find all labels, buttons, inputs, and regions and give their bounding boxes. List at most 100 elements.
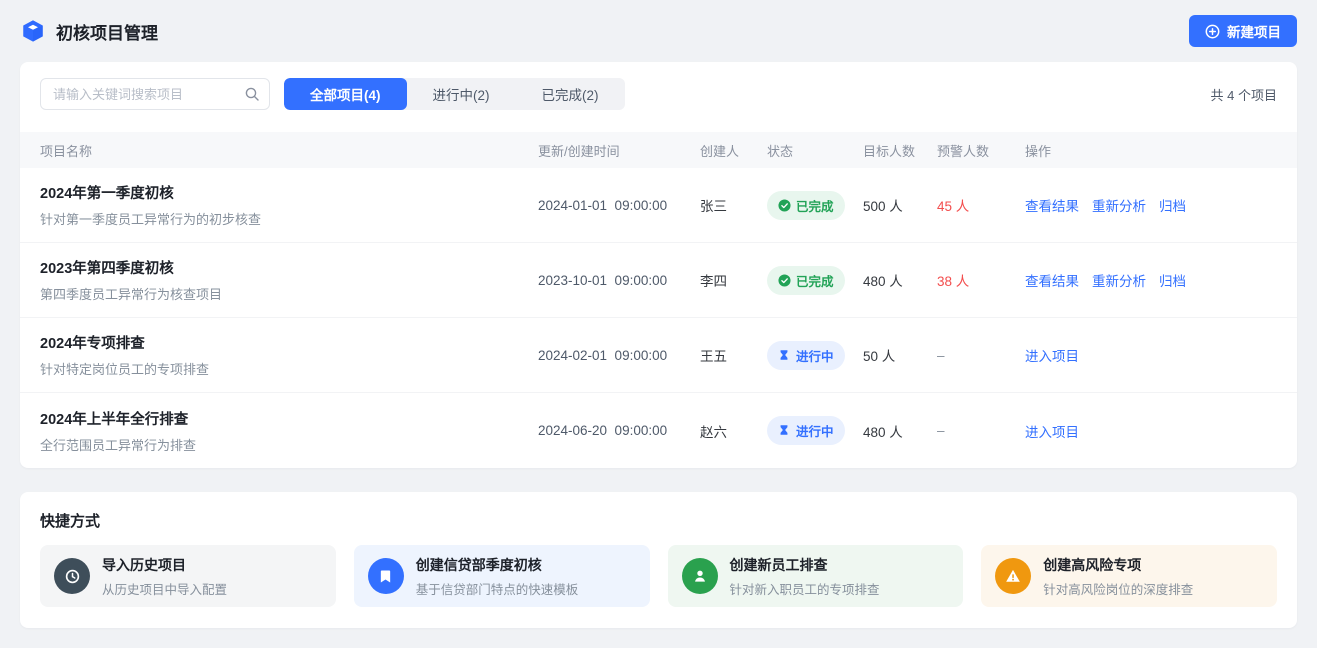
person-icon: [682, 558, 718, 594]
action-link[interactable]: 进入项目: [1025, 421, 1079, 441]
status-label: 进行中: [796, 421, 834, 440]
shortcut-tile[interactable]: 创建信贷部季度初核 基于信贷部门特点的快速模板: [354, 545, 650, 607]
shortcut-tile[interactable]: 创建新员工排查 针对新入职员工的专项排查: [668, 545, 964, 607]
warning-count: –: [937, 423, 1025, 438]
project-creator: 李四: [700, 270, 767, 290]
project-time: 2024-06-20 09:00:00: [538, 423, 700, 438]
project-creator: 赵六: [700, 421, 767, 441]
warning-count: –: [937, 348, 1025, 363]
status-label: 已完成: [796, 271, 834, 290]
shortcut-title: 创建高风险专项: [1043, 555, 1193, 575]
project-table: 项目名称更新/创建时间创建人状态目标人数预警人数操作 2024年第一季度初核 针…: [20, 132, 1297, 468]
project-creator: 王五: [700, 345, 767, 365]
row-actions: 查看结果重新分析归档: [1025, 270, 1277, 290]
shortcut-tiles: 导入历史项目 从历史项目中导入配置 创建信贷部季度初核 基于信贷部门特点的快速模…: [40, 545, 1277, 607]
table-header-row: 项目名称更新/创建时间创建人状态目标人数预警人数操作: [20, 132, 1297, 168]
hourglass-icon: [778, 349, 791, 362]
shortcut-description: 从历史项目中导入配置: [102, 579, 227, 598]
shortcut-text: 创建新员工排查 针对新入职员工的专项排查: [730, 555, 880, 598]
project-name: 2023年第四季度初核: [40, 257, 538, 278]
new-project-button[interactable]: 新建项目: [1189, 15, 1297, 47]
hourglass-icon: [778, 424, 791, 437]
action-link[interactable]: 进入项目: [1025, 345, 1079, 365]
row-actions: 进入项目: [1025, 345, 1277, 365]
header-left: 初核项目管理: [20, 18, 158, 44]
status-badge: 已完成: [767, 191, 845, 220]
warning-icon: [995, 558, 1031, 594]
status-cell: 进行中: [767, 341, 863, 370]
shortcut-title: 创建信贷部季度初核: [416, 555, 579, 575]
action-link[interactable]: 重新分析: [1092, 195, 1146, 215]
shortcut-description: 针对新入职员工的专项排查: [730, 579, 880, 598]
column-header: 项目名称: [40, 141, 538, 160]
shortcut-text: 导入历史项目 从历史项目中导入配置: [102, 555, 227, 598]
shortcut-tile[interactable]: 创建高风险专项 针对高风险岗位的深度排查: [981, 545, 1277, 607]
shortcut-title: 创建新员工排查: [730, 555, 880, 575]
action-link[interactable]: 归档: [1159, 270, 1186, 290]
check-circle-icon: [778, 199, 791, 212]
tab-2[interactable]: 已完成(2): [516, 78, 625, 110]
project-time: 2024-02-01 09:00:00: [538, 348, 700, 363]
status-badge: 进行中: [767, 416, 845, 445]
row-actions: 进入项目: [1025, 421, 1277, 441]
shortcut-text: 创建信贷部季度初核 基于信贷部门特点的快速模板: [416, 555, 579, 598]
tab-group: 全部项目(4)进行中(2)已完成(2): [284, 78, 625, 110]
page: 初核项目管理 新建项目 全部项: [0, 0, 1317, 628]
tab-1[interactable]: 进行中(2): [407, 78, 516, 110]
shortcut-title: 导入历史项目: [102, 555, 227, 575]
target-count: 480 人: [863, 270, 937, 290]
action-link[interactable]: 查看结果: [1025, 270, 1079, 290]
column-header: 目标人数: [863, 141, 937, 160]
project-name: 2024年第一季度初核: [40, 182, 538, 203]
shortcuts-card: 快捷方式 导入历史项目 从历史项目中导入配置 创建信贷部季度初核 基于信: [20, 492, 1297, 628]
column-header: 预警人数: [937, 141, 1025, 160]
project-name-cell: 2023年第四季度初核 第四季度员工异常行为核查项目: [40, 257, 538, 303]
project-time: 2023-10-01 09:00:00: [538, 273, 700, 288]
project-description: 全行范围员工异常行为排查: [40, 435, 538, 454]
shortcut-text: 创建高风险专项 针对高风险岗位的深度排查: [1043, 555, 1193, 598]
action-link[interactable]: 归档: [1159, 195, 1186, 215]
target-count: 50 人: [863, 345, 937, 365]
target-count: 500 人: [863, 195, 937, 215]
table-row[interactable]: 2024年上半年全行排查 全行范围员工异常行为排查 2024-06-20 09:…: [20, 393, 1297, 468]
check-circle-icon: [778, 274, 791, 287]
cube-icon: [20, 18, 46, 44]
table-body: 2024年第一季度初核 针对第一季度员工异常行为的初步核查 2024-01-01…: [20, 168, 1297, 468]
shortcut-description: 基于信贷部门特点的快速模板: [416, 579, 579, 598]
search-icon[interactable]: [244, 86, 260, 102]
column-header: 更新/创建时间: [538, 141, 700, 160]
action-link[interactable]: 查看结果: [1025, 195, 1079, 215]
project-creator: 张三: [700, 195, 767, 215]
total-count: 共 4 个项目: [1211, 85, 1277, 104]
table-row[interactable]: 2024年专项排查 针对特定岗位员工的专项排查 2024-02-01 09:00…: [20, 318, 1297, 393]
row-actions: 查看结果重新分析归档: [1025, 195, 1277, 215]
shortcut-tile[interactable]: 导入历史项目 从历史项目中导入配置: [40, 545, 336, 607]
shortcuts-title: 快捷方式: [40, 510, 1277, 531]
warning-count: 45 人: [937, 195, 1025, 215]
new-project-label: 新建项目: [1227, 21, 1281, 41]
project-name: 2024年上半年全行排查: [40, 408, 538, 429]
action-link[interactable]: 重新分析: [1092, 270, 1146, 290]
project-time: 2024-01-01 09:00:00: [538, 198, 700, 213]
project-name-cell: 2024年上半年全行排查 全行范围员工异常行为排查: [40, 408, 538, 454]
status-cell: 进行中: [767, 416, 863, 445]
status-label: 进行中: [796, 346, 834, 365]
project-description: 针对第一季度员工异常行为的初步核查: [40, 209, 538, 228]
table-row[interactable]: 2023年第四季度初核 第四季度员工异常行为核查项目 2023-10-01 09…: [20, 243, 1297, 318]
status-badge: 已完成: [767, 266, 845, 295]
tab-0[interactable]: 全部项目(4): [284, 78, 407, 110]
project-description: 针对特定岗位员工的专项排查: [40, 359, 538, 378]
project-name-cell: 2024年专项排查 针对特定岗位员工的专项排查: [40, 332, 538, 378]
target-count: 480 人: [863, 421, 937, 441]
bookmark-icon: [368, 558, 404, 594]
table-row[interactable]: 2024年第一季度初核 针对第一季度员工异常行为的初步核查 2024-01-01…: [20, 168, 1297, 243]
column-header: 状态: [767, 141, 863, 160]
page-title: 初核项目管理: [56, 19, 158, 44]
column-header: 创建人: [700, 141, 767, 160]
column-header: 操作: [1025, 141, 1277, 160]
project-name: 2024年专项排查: [40, 332, 538, 353]
plus-circle-icon: [1205, 24, 1220, 39]
search-input[interactable]: [40, 78, 270, 110]
status-cell: 已完成: [767, 191, 863, 220]
status-label: 已完成: [796, 196, 834, 215]
